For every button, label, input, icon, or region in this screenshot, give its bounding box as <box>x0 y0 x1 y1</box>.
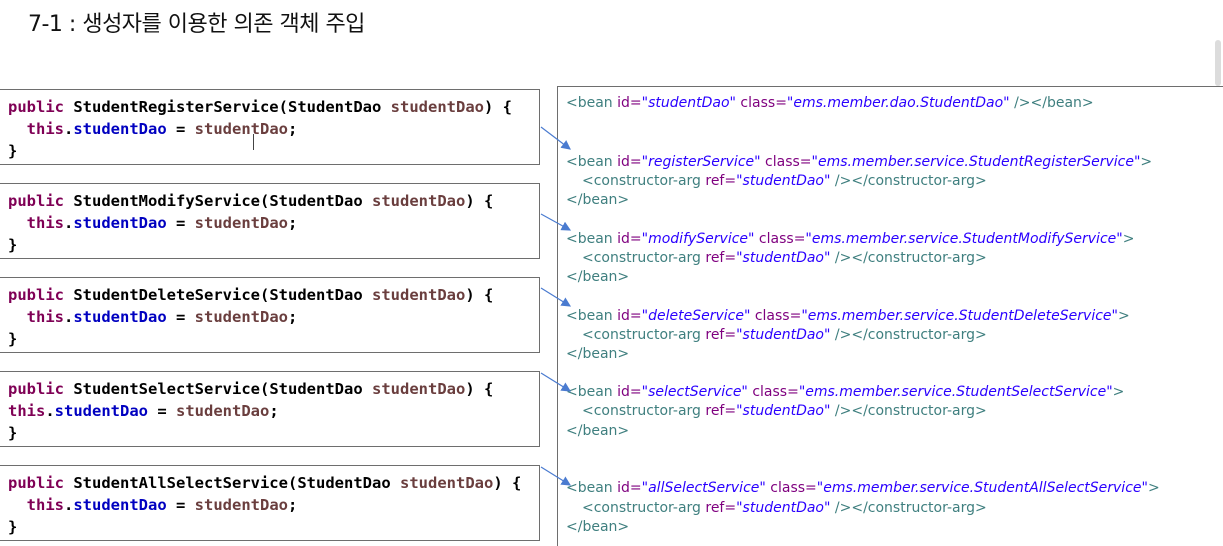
param-name: studentDao <box>372 286 466 304</box>
param-type: StudentDao <box>288 98 382 116</box>
closing-brace: } <box>8 330 18 348</box>
xml-bean-close: </bean> <box>566 346 630 362</box>
java-constructor-block-register: public StudentRegisterService(StudentDao… <box>0 89 540 165</box>
keyword-public: public <box>8 474 64 492</box>
java-constructor-block-select: public StudentSelectService(StudentDao s… <box>0 371 540 447</box>
param-type: StudentDao <box>269 192 363 210</box>
closing-brace: } <box>8 424 18 442</box>
assigned-value: studentDao <box>194 214 288 232</box>
param-type: StudentDao <box>297 474 391 492</box>
xml-bean-close: </bean> <box>566 269 630 285</box>
xml-bean-close: </bean> <box>566 192 630 208</box>
field-name: studentDao <box>73 120 167 138</box>
xml-bean-close: </bean> <box>566 519 630 535</box>
assigned-value: studentDao <box>194 120 288 138</box>
param-type: StudentDao <box>269 380 363 398</box>
java-constructor-block-delete: public StudentDeleteService(StudentDao s… <box>0 277 540 353</box>
keyword-public: public <box>8 192 64 210</box>
keyword-this: this <box>26 496 64 514</box>
xml-constructor-arg: <constructor-arg ref="studentDao" /></co… <box>582 250 987 266</box>
constructor-name: StudentAllSelectService <box>73 474 288 492</box>
assigned-value: studentDao <box>176 402 270 420</box>
keyword-public: public <box>8 380 64 398</box>
constructor-name: StudentSelectService <box>73 380 260 398</box>
param-name: studentDao <box>390 98 484 116</box>
xml-bean-select: <bean id="selectService" class="ems.memb… <box>566 384 1125 400</box>
keyword-public: public <box>8 286 64 304</box>
keyword-this: this <box>26 308 64 326</box>
xml-bean-register: <bean id="registerService" class="ems.me… <box>566 154 1153 170</box>
closing-brace: } <box>8 142 18 160</box>
page-title: 7-1 : 생성자를 이용한 의존 객체 주입 <box>28 12 365 37</box>
constructor-name: StudentDeleteService <box>73 286 260 304</box>
closing-brace: } <box>8 518 18 536</box>
constructor-name: StudentRegisterService <box>73 98 279 116</box>
param-name: studentDao <box>400 474 494 492</box>
assigned-value: studentDao <box>194 308 288 326</box>
constructor-name: StudentModifyService <box>73 192 260 210</box>
xml-bean-delete: <bean id="deleteService" class="ems.memb… <box>566 308 1130 324</box>
param-name: studentDao <box>372 380 466 398</box>
xml-dao-bean: <bean id="studentDao" class="ems.member.… <box>566 95 1094 111</box>
keyword-this: this <box>8 402 46 420</box>
xml-bean-close: </bean> <box>566 423 630 439</box>
field-name: studentDao <box>54 402 148 420</box>
closing-brace: } <box>8 236 18 254</box>
xml-bean-allselect: <bean id="allSelectService" class="ems.m… <box>566 480 1160 496</box>
xml-constructor-arg: <constructor-arg ref="studentDao" /></co… <box>582 173 987 189</box>
field-name: studentDao <box>73 496 167 514</box>
keyword-public: public <box>8 98 64 116</box>
xml-bean-modify: <bean id="modifyService" class="ems.memb… <box>566 231 1135 247</box>
param-type: StudentDao <box>269 286 363 304</box>
field-name: studentDao <box>73 214 167 232</box>
scrollbar-thumb[interactable] <box>1215 40 1221 86</box>
assigned-value: studentDao <box>194 496 288 514</box>
keyword-this: this <box>26 120 64 138</box>
xml-constructor-arg: <constructor-arg ref="studentDao" /></co… <box>582 327 987 343</box>
param-name: studentDao <box>372 192 466 210</box>
xml-constructor-arg: <constructor-arg ref="studentDao" /></co… <box>582 500 987 516</box>
text-cursor-icon <box>253 134 254 150</box>
java-constructor-block-modify: public StudentModifyService(StudentDao s… <box>0 183 540 259</box>
keyword-this: this <box>26 214 64 232</box>
java-constructor-block-allselect: public StudentAllSelectService(StudentDa… <box>0 465 540 541</box>
field-name: studentDao <box>73 308 167 326</box>
xml-constructor-arg: <constructor-arg ref="studentDao" /></co… <box>582 403 987 419</box>
